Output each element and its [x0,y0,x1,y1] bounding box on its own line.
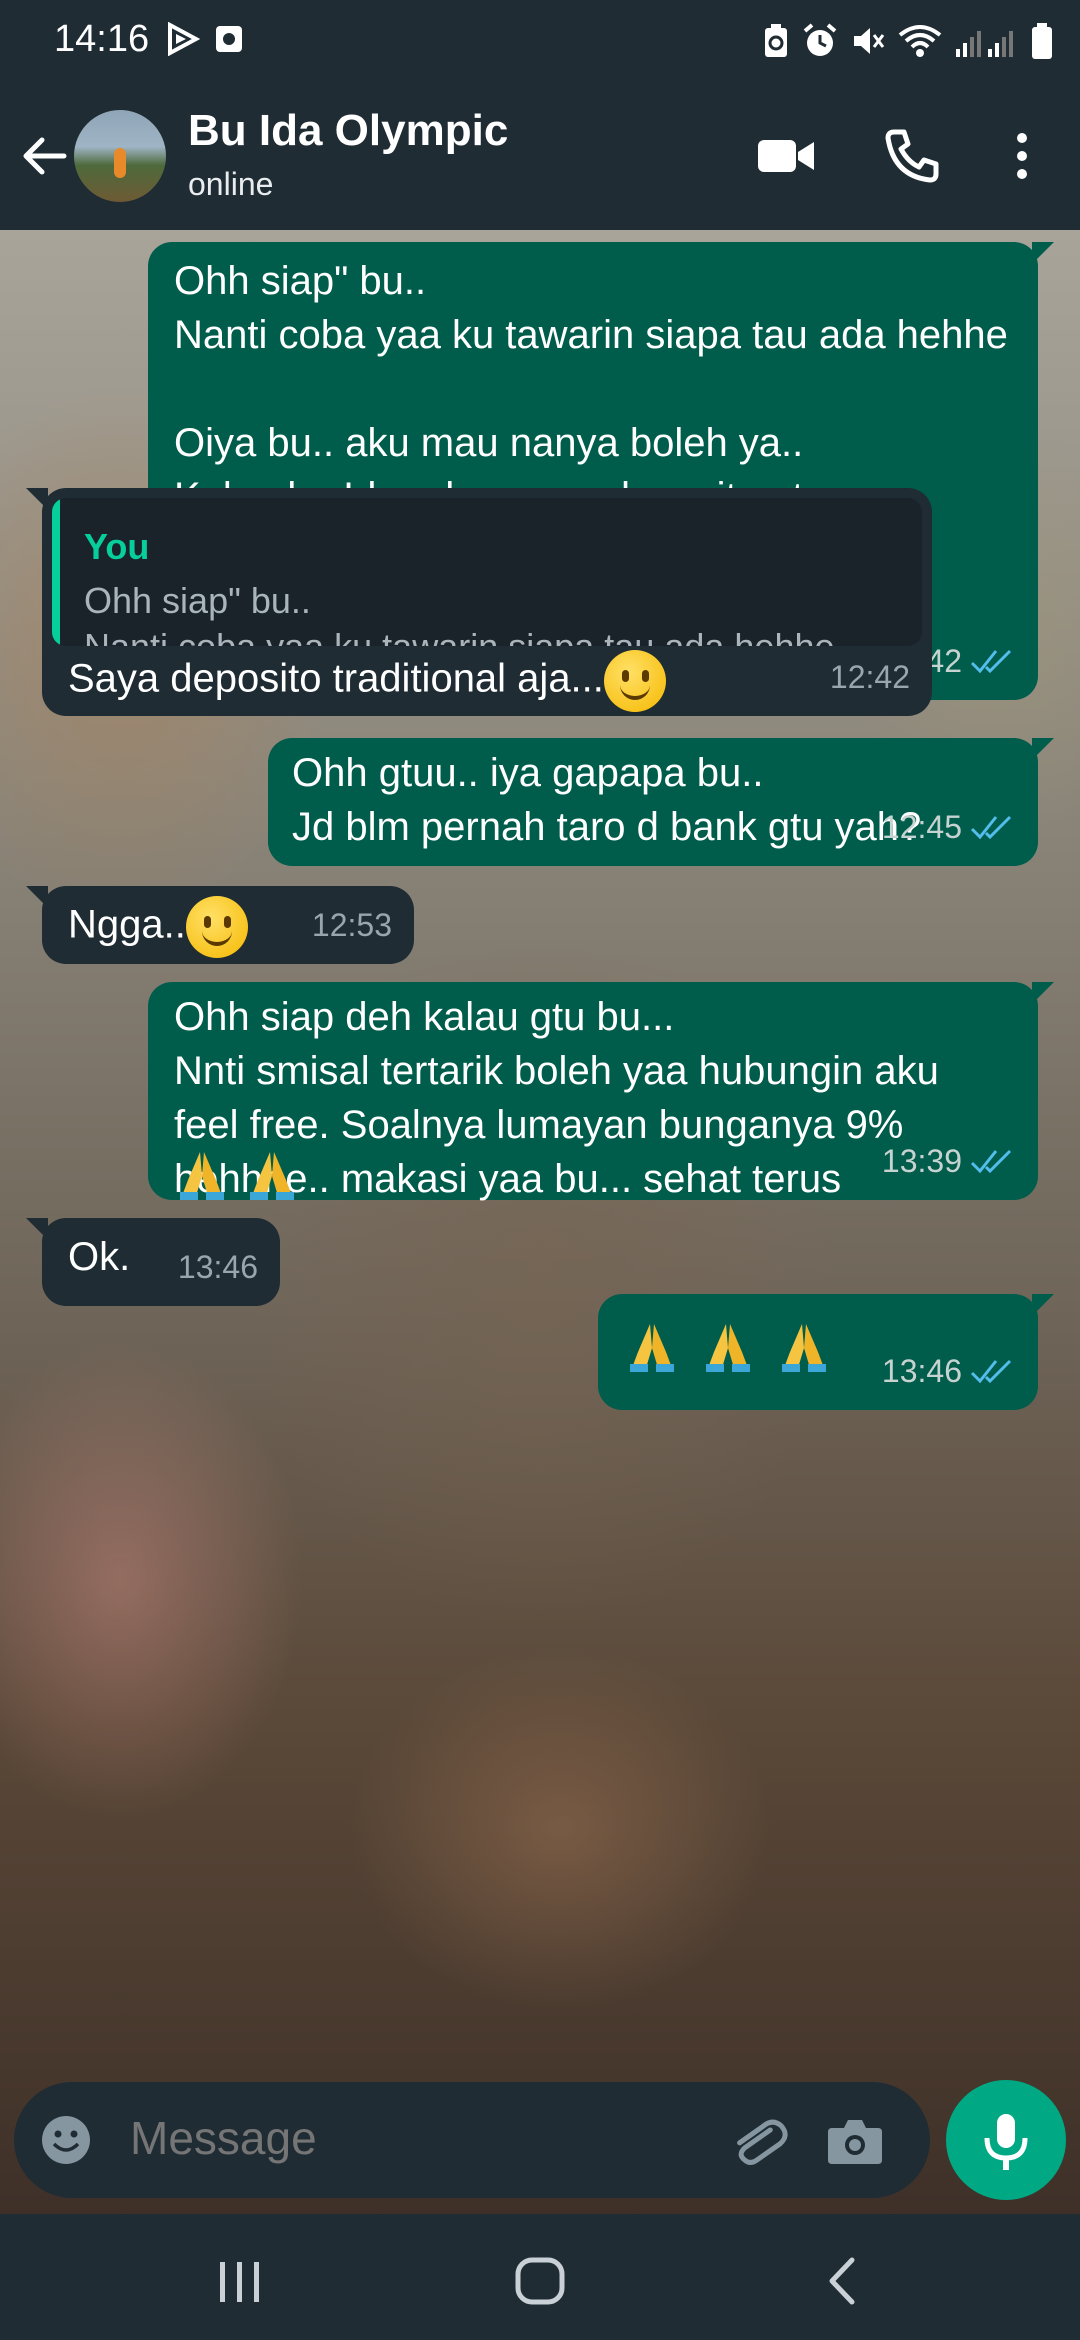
camera-notification-icon [216,26,242,52]
video-call-icon[interactable] [754,124,818,188]
alarm-icon [803,23,837,56]
camera-icon[interactable] [826,2114,884,2168]
message-meta: 12:42 [830,650,910,704]
status-bar: 14:16 [0,0,1080,84]
status-right-icons [762,22,1054,60]
message-time: 13:46 [177,1249,258,1285]
voice-call-icon[interactable] [880,124,944,188]
message-time: 12:42 [829,659,910,695]
message-incoming[interactable]: Ok. 13:46 [26,1218,280,1306]
smiling-face-emoji [603,650,666,712]
smiling-face-emoji [185,896,248,958]
message-composer [14,2082,930,2198]
back-icon[interactable] [814,2254,874,2308]
folded-hands-emoji [180,1152,224,1200]
play-icon [168,22,200,56]
folded-hands-emoji [630,1324,674,1372]
chat-area[interactable]: Ohh siap" bu.. Nanti coba yaa ku tawarin… [0,230,1080,2220]
emoji-icon[interactable] [40,2114,92,2166]
quoted-message[interactable]: You Ohh siap" bu.. Nanti coba yaa ku taw… [52,498,922,646]
quote-author: You [84,526,150,567]
read-ticks-icon [970,815,1012,840]
message-outgoing[interactable]: Ohh siap deh kalau gtu bu... Nnti smisal… [148,982,1054,1201]
message-incoming[interactable]: You Ohh siap" bu.. Nanti coba yaa ku taw… [26,488,932,716]
status-left-icons [166,22,244,56]
signal-icon [956,31,1013,57]
message-time: 13:39 [881,1143,962,1179]
battery-saver-icon [765,24,787,57]
wifi-icon [898,25,942,57]
home-icon[interactable] [510,2254,570,2308]
message-meta: 12:53 [312,898,392,952]
quote-text: Ohh siap" bu.. Nanti coba yaa ku tawarin… [84,580,865,646]
status-time: 14:16 [54,18,150,60]
contact-status: online [188,166,274,202]
battery-icon [1032,23,1052,59]
folded-hands-emoji [250,1152,294,1200]
read-ticks-icon [970,1359,1012,1384]
back-arrow-icon[interactable] [18,130,70,182]
message-meta: 13:46 [178,1240,258,1294]
mic-button[interactable] [946,2080,1066,2200]
message-input[interactable] [128,2110,692,2166]
message-outgoing-emoji[interactable]: 13:46 [598,1294,1054,1410]
contact-name[interactable]: Bu Ida Olympic [188,106,508,156]
message-time: 12:45 [881,809,962,845]
read-ticks-icon [970,1149,1012,1174]
attach-icon[interactable] [728,2112,788,2172]
more-options-icon[interactable] [990,124,1054,188]
chat-header: Bu Ida Olympic online [0,84,1080,230]
message-outgoing[interactable]: Ohh gtuu.. iya gapapa bu.. Jd blm pernah… [268,738,1054,866]
message-text: Saya deposito traditional aja... [68,656,604,701]
message-time: 13:46 [881,1353,962,1389]
mic-icon [984,2114,1028,2170]
message-text: Ngga.. [68,902,186,947]
folded-hands-emoji [706,1324,750,1372]
read-ticks-icon [970,649,1012,674]
folded-hands-emoji [782,1324,826,1372]
message-meta: 13:46 [882,1344,1016,1398]
message-time: 12:53 [311,907,392,943]
recent-apps-icon[interactable] [210,2254,270,2308]
mute-icon [854,28,885,54]
message-meta: 12:45 [882,800,1016,854]
message-meta: 13:39 [882,1134,1016,1188]
system-navigation-bar [0,2214,1080,2340]
message-text: Ok. [68,1235,131,1279]
message-incoming[interactable]: Ngga.. 12:53 [26,886,414,964]
contact-avatar[interactable] [74,110,166,202]
